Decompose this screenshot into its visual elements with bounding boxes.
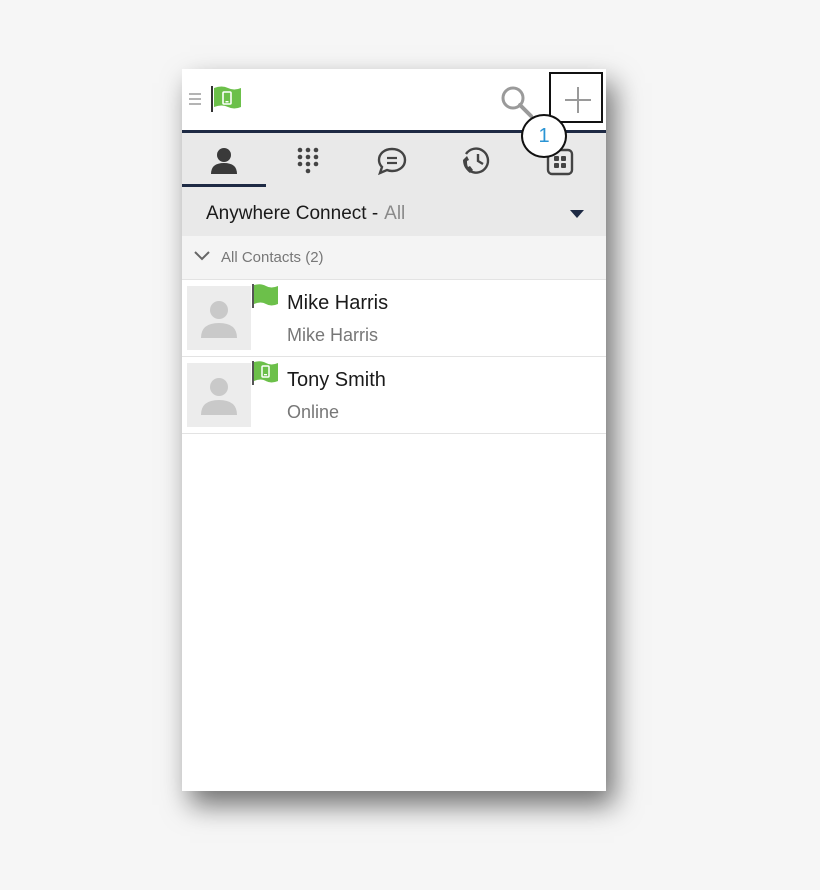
person-icon	[211, 148, 237, 174]
tab-contacts[interactable]	[182, 133, 266, 189]
filter-value: All	[384, 203, 406, 224]
search-icon[interactable]	[500, 85, 534, 119]
filter-source: Anywhere Connect -	[206, 203, 379, 224]
avatar	[187, 363, 251, 427]
contact-status: Online	[287, 402, 340, 422]
chat-bubble-icon	[377, 147, 407, 176]
contact-row-tony-smith[interactable]: Tony Smith Online	[182, 357, 606, 434]
avatar-placeholder-icon	[201, 301, 237, 338]
contact-row-mike-harris[interactable]: Mike Harris Mike Harris	[182, 280, 606, 357]
logo-icon	[211, 86, 241, 112]
tab-chat[interactable]	[350, 133, 434, 189]
contact-group-header[interactable]: All Contacts (2)	[182, 236, 606, 280]
step-callout: 1	[521, 114, 567, 158]
hamburger-icon[interactable]	[189, 93, 201, 105]
plus-icon	[565, 87, 591, 113]
contact-subtitle: Mike Harris	[287, 325, 379, 345]
dialpad-icon	[297, 147, 319, 174]
app-window: 1 Anywhere Connect - All All Contacts (2…	[182, 69, 606, 791]
add-contact-button[interactable]	[549, 72, 603, 123]
presence-mobile-flag-icon	[252, 361, 278, 385]
contact-name: Mike Harris	[287, 292, 389, 314]
dropdown-arrow-icon[interactable]	[570, 210, 584, 218]
tab-dialpad[interactable]	[266, 133, 350, 189]
filter-label: Anywhere Connect - All	[206, 203, 405, 225]
group-label: All Contacts (2)	[221, 249, 324, 266]
avatar-placeholder-icon	[201, 378, 237, 415]
contact-filter-dropdown[interactable]: Anywhere Connect - All	[182, 189, 606, 236]
presence-flag-icon	[252, 284, 278, 308]
chevron-down-icon	[194, 251, 210, 261]
contact-name: Tony Smith	[287, 369, 386, 391]
tab-history[interactable]	[434, 133, 518, 189]
call-history-icon	[463, 147, 490, 174]
avatar	[187, 286, 251, 350]
